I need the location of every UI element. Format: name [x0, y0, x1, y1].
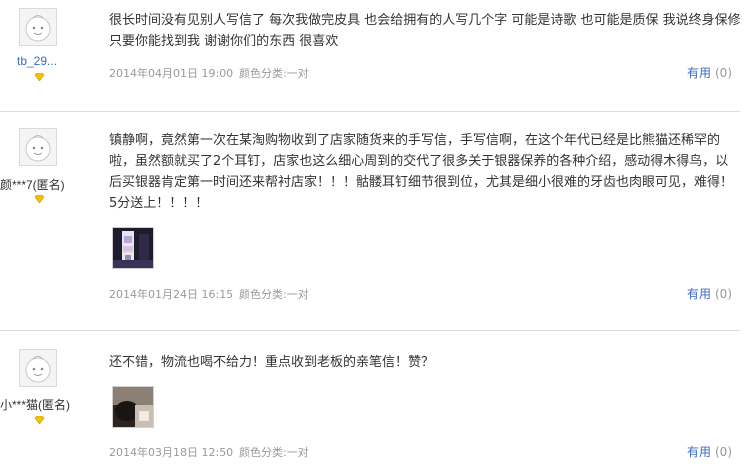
review-text: 还不错，物流也喝不给力！重点收到老板的亲笔信！赞？: [109, 355, 435, 370]
review-photo-thumbnail[interactable]: [112, 227, 154, 269]
review-text: 很长时间没有见别人写信了 每次我做完皮具 也会给拥有的人写几个字 可能是诗歌 也…: [109, 13, 741, 49]
buyer-level-icon: [34, 73, 45, 81]
avatar[interactable]: [19, 8, 57, 46]
review-item: tb_29... 很长时间没有见别人写信了 每次我做完皮具 也会给拥有的人写几个…: [0, 0, 750, 111]
reviewer-name: 小***猫(匿名): [0, 398, 71, 412]
review-actions: 有用 (0): [687, 64, 732, 81]
buyer-level-icon: [34, 195, 45, 203]
sku-info: 颜色分类:一对: [239, 446, 309, 459]
review-photo-thumbnail[interactable]: [112, 386, 154, 428]
review-actions: 有用 (0): [687, 443, 732, 460]
review-date: 2014年04月01日 19:00: [109, 67, 234, 80]
useful-count: (0): [715, 66, 732, 80]
sku-info: 颜色分类:一对: [239, 288, 309, 301]
avatar[interactable]: [19, 349, 57, 387]
default-avatar-icon: [20, 9, 56, 45]
buyer-level-icon: [34, 416, 45, 424]
review-meta: 2014年01月24日 16:15 颜色分类:一对: [109, 286, 309, 302]
review-date: 2014年01月24日 16:15: [109, 288, 234, 301]
avatar[interactable]: [19, 128, 57, 166]
review-actions: 有用 (0): [687, 285, 732, 302]
review-text: 镇静啊，竟然第一次在某淘购物收到了店家随货来的手写信，手写信啊，在这个年代已经是…: [109, 133, 734, 211]
useful-button[interactable]: 有用: [687, 445, 711, 459]
useful-button[interactable]: 有用: [687, 66, 711, 80]
review-item: 颜***7(匿名) 镇静啊，竟然第一次在某淘购物收到了店家随货来的手写信，手写信…: [0, 112, 750, 330]
review-meta: 2014年03月18日 12:50 颜色分类:一对: [109, 444, 309, 460]
sku-info: 颜色分类:一对: [239, 67, 309, 80]
review-date: 2014年03月18日 12:50: [109, 446, 234, 459]
reviewer-name: 颜***7(匿名): [0, 178, 65, 192]
review-item: 小***猫(匿名) 还不错，物流也喝不给力！重点收到老板的亲笔信！赞？ 2014…: [0, 331, 750, 474]
reviewer-name[interactable]: tb_29...: [17, 54, 57, 68]
useful-count: (0): [715, 287, 732, 301]
useful-count: (0): [715, 445, 732, 459]
useful-button[interactable]: 有用: [687, 287, 711, 301]
review-photo: [113, 387, 153, 427]
default-avatar-icon: [20, 350, 56, 386]
default-avatar-icon: [20, 129, 56, 165]
review-meta: 2014年04月01日 19:00 颜色分类:一对: [109, 65, 309, 81]
review-photo: [113, 228, 153, 268]
